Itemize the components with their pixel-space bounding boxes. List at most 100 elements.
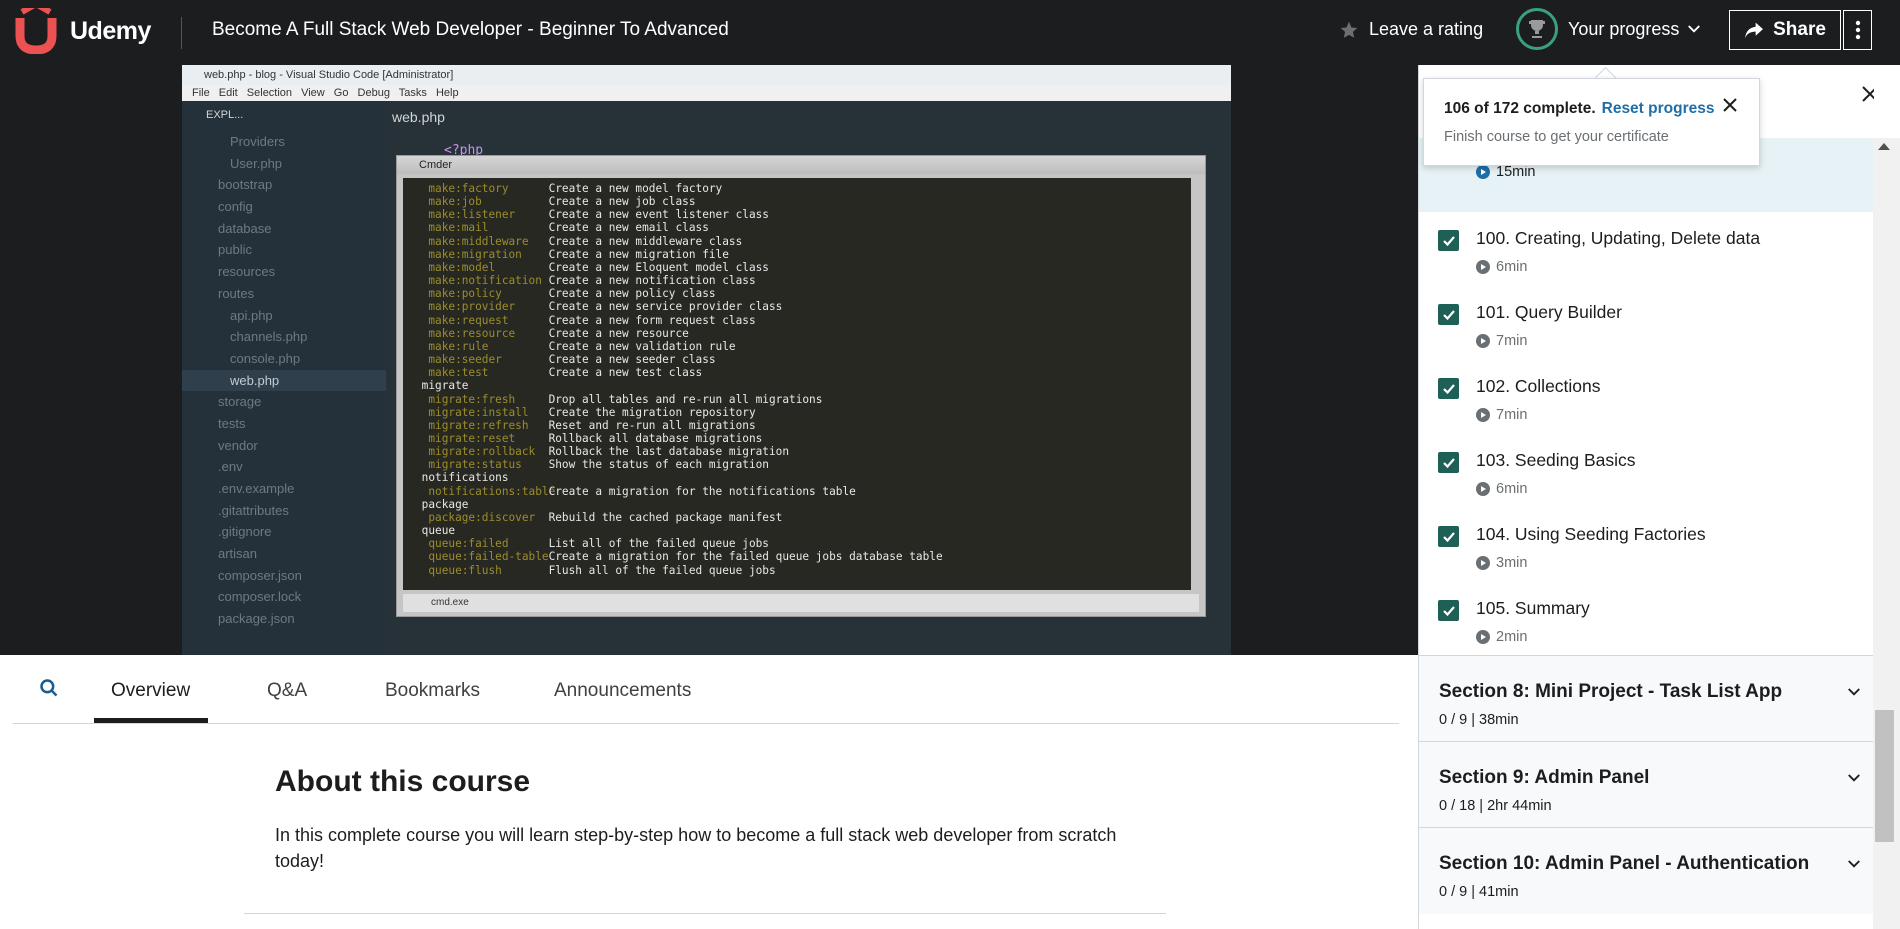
- close-sidebar-button[interactable]: [1861, 85, 1874, 108]
- search-button[interactable]: [39, 678, 59, 703]
- file-tree-item: storage: [218, 394, 262, 410]
- section-header[interactable]: Section 9: Admin Panel 0 / 18 | 2hr 44min: [1419, 741, 1874, 828]
- lesson-item[interactable]: 103. Seeding Basics 6min: [1419, 434, 1874, 508]
- star-icon: [1340, 21, 1358, 38]
- share-icon: [1745, 22, 1764, 39]
- terminal-line: queue:flush Flush all of the failed queue…: [415, 564, 1191, 577]
- lesson-checkbox[interactable]: [1438, 600, 1459, 621]
- file-tree-item: package.json: [218, 611, 295, 627]
- command-name: queue:failed: [415, 537, 509, 551]
- check-icon: [1442, 605, 1455, 616]
- tab-bookmarks[interactable]: Bookmarks: [385, 680, 480, 702]
- tab-announcements[interactable]: Announcements: [554, 680, 691, 702]
- command-description: Drop all tables and re-run all migration…: [548, 392, 823, 406]
- your-progress-button[interactable]: Your progress: [1516, 8, 1703, 50]
- tab-qa[interactable]: Q&A: [267, 680, 307, 702]
- command-group: migrate: [415, 379, 469, 393]
- lesson-duration: 7min: [1496, 333, 1528, 349]
- terminal-line: make:test Create a new test class: [415, 366, 1191, 379]
- video-player[interactable]: web.php - blog - Visual Studio Code [Adm…: [0, 65, 1418, 655]
- file-tree-item: composer.json: [218, 567, 302, 583]
- about-title: About this course: [275, 765, 531, 798]
- section-header[interactable]: Section 10: Admin Panel - Authentication…: [1419, 827, 1874, 914]
- share-button[interactable]: Share: [1729, 10, 1841, 50]
- scroll-up-arrow-icon[interactable]: [1878, 143, 1890, 150]
- reset-progress-link[interactable]: Reset progress: [1602, 100, 1715, 117]
- command-description: List all of the failed queue jobs: [548, 537, 769, 551]
- lesson-item[interactable]: 105. Summary 2min: [1419, 582, 1874, 656]
- command-description: Create a new model factory: [548, 182, 723, 195]
- lesson-meta: 7min: [1476, 407, 1527, 423]
- terminal-line: make:policy Create a new policy class: [415, 287, 1191, 300]
- section-header[interactable]: Section 8: Mini Project - Task List App 0…: [1419, 655, 1874, 742]
- lesson-checkbox[interactable]: [1438, 526, 1459, 547]
- rating-label: Leave a rating: [1369, 19, 1484, 39]
- lesson-meta: 6min: [1476, 259, 1527, 275]
- terminal-line: make:notification Create a new notificati…: [415, 274, 1191, 287]
- section-title: Section 9: Admin Panel: [1439, 767, 1650, 788]
- command-description: Create a new migration file: [548, 247, 729, 261]
- terminal-line: notifications: [415, 471, 1191, 484]
- command-name: queue:flush: [415, 563, 502, 577]
- lesson-item[interactable]: 101. Query Builder 7min: [1419, 286, 1874, 360]
- command-name: queue:failed-table: [415, 550, 549, 564]
- lesson-meta: 3min: [1476, 555, 1527, 571]
- file-tree-item: .gitignore: [218, 524, 272, 540]
- leave-rating-button[interactable]: Leave a rating: [1339, 19, 1483, 40]
- file-tree-item: tests: [218, 415, 246, 431]
- close-icon: [1862, 86, 1874, 102]
- lesson-duration: 7min: [1496, 407, 1528, 423]
- cmder-window: Cmder make:factory Create a new model fac…: [396, 155, 1206, 617]
- command-description: Create the migration repository: [548, 405, 756, 419]
- course-content-sidebar: 15min 100. Creating, Updating, Delete da…: [1418, 65, 1874, 929]
- file-tree-item: channels.php: [230, 329, 308, 345]
- terminal-line: make:factory Create a new model factory: [415, 182, 1191, 195]
- command-description: Rollback the last database migration: [548, 445, 790, 459]
- course-title[interactable]: Become A Full Stack Web Developer - Begi…: [212, 19, 729, 41]
- lesson-duration: 15min: [1496, 164, 1536, 180]
- lesson-checkbox[interactable]: [1438, 452, 1459, 473]
- lesson-duration: 2min: [1496, 629, 1528, 645]
- lesson-meta: 2min: [1476, 629, 1527, 645]
- file-tree-item: console.php: [230, 350, 301, 366]
- progress-complete-text: 106 of 172 complete.: [1444, 100, 1596, 117]
- terminal-line: make:seeder Create a new seeder class: [415, 353, 1191, 366]
- command-name: make:job: [415, 195, 482, 209]
- command-name: make:middleware: [415, 234, 529, 248]
- lesson-item[interactable]: 104. Using Seeding Factories 3min: [1419, 508, 1874, 582]
- lesson-checkbox[interactable]: [1438, 304, 1459, 325]
- progress-popup: 106 of 172 complete. Reset progress Finis…: [1423, 78, 1760, 166]
- sidebar-scroll-thumb[interactable]: [1875, 710, 1894, 842]
- lesson-meta: 6min: [1476, 481, 1527, 497]
- video-frame[interactable]: web.php - blog - Visual Studio Code [Adm…: [182, 65, 1231, 655]
- section-meta: 0 / 9 | 41min: [1439, 884, 1519, 900]
- tab-overview[interactable]: Overview: [111, 680, 190, 702]
- terminal-line: make:middleware Create a new middleware c…: [415, 235, 1191, 248]
- command-name: make:test: [415, 366, 489, 380]
- command-name: make:migration: [415, 247, 522, 261]
- more-options-button[interactable]: [1843, 10, 1872, 50]
- progress-summary: 106 of 172 complete. Reset progress: [1444, 100, 1714, 118]
- lesson-item[interactable]: 102. Collections 7min: [1419, 360, 1874, 434]
- terminal-line: package:discover Rebuild the cached packa…: [415, 511, 1191, 524]
- terminal-line: notifications:tableCreate a migration fo…: [415, 485, 1191, 498]
- terminal-line: migrate:refresh Reset and re-run all migr…: [415, 419, 1191, 432]
- lesson-checkbox[interactable]: [1438, 230, 1459, 251]
- command-name: make:seeder: [415, 353, 502, 367]
- terminal-line: make:mail Create a new email class: [415, 221, 1191, 234]
- lesson-checkbox[interactable]: [1438, 378, 1459, 399]
- command-description: Create a new service provider class: [548, 300, 783, 314]
- file-tree-item: config: [218, 199, 253, 215]
- udemy-logo[interactable]: Udemy: [14, 8, 151, 54]
- command-description: Create a new notification class: [548, 274, 756, 288]
- close-popup-button[interactable]: [1722, 97, 1738, 118]
- command-description: Create a new seeder class: [548, 353, 716, 367]
- lesson-item[interactable]: 100. Creating, Updating, Delete data 6min: [1419, 212, 1874, 286]
- terminal-line: migrate:install Create the migration repo…: [415, 406, 1191, 419]
- command-name: migrate:rollback: [415, 445, 536, 459]
- terminal-line: migrate: [415, 379, 1191, 392]
- section-title: Section 10: Admin Panel - Authentication: [1439, 853, 1810, 874]
- cmder-title: Cmder: [397, 156, 1205, 174]
- lesson-duration: 3min: [1496, 555, 1528, 571]
- file-tree-item: Providers: [230, 134, 285, 149]
